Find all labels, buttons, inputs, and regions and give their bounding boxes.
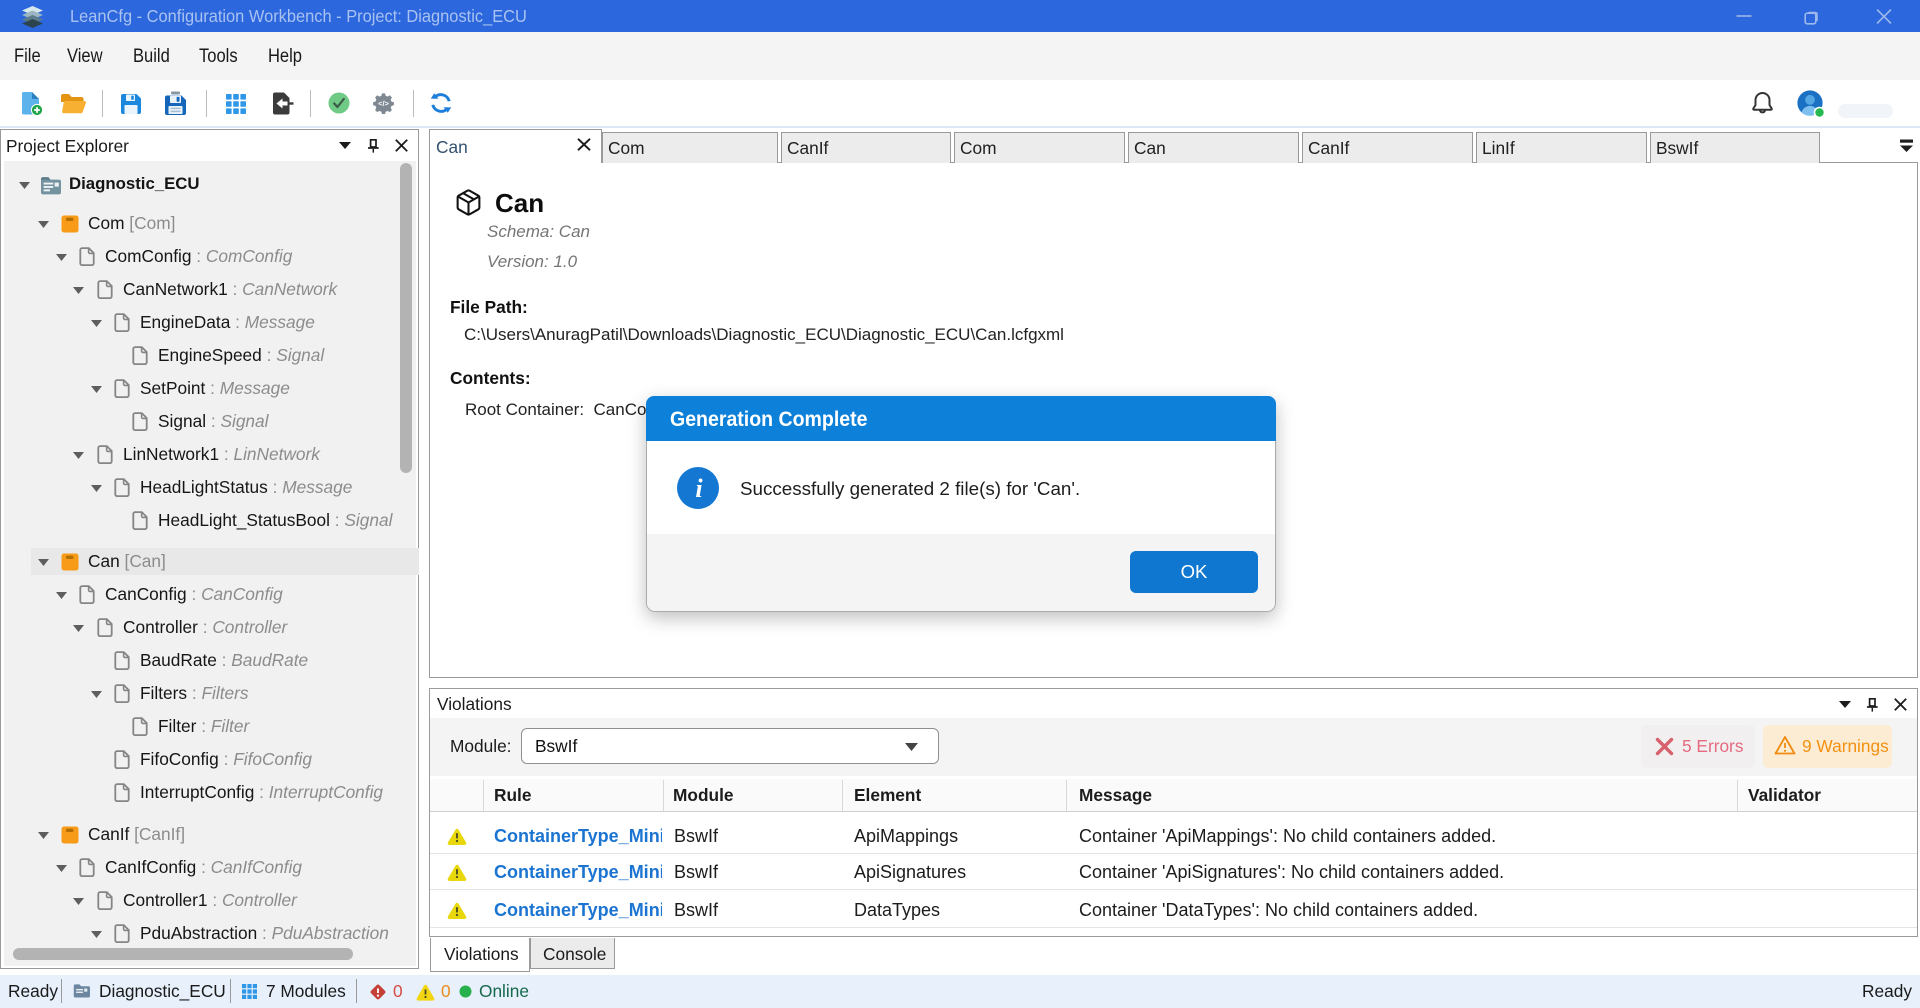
svg-text:</>: </> [378,99,389,108]
svg-text:i: i [695,474,703,503]
